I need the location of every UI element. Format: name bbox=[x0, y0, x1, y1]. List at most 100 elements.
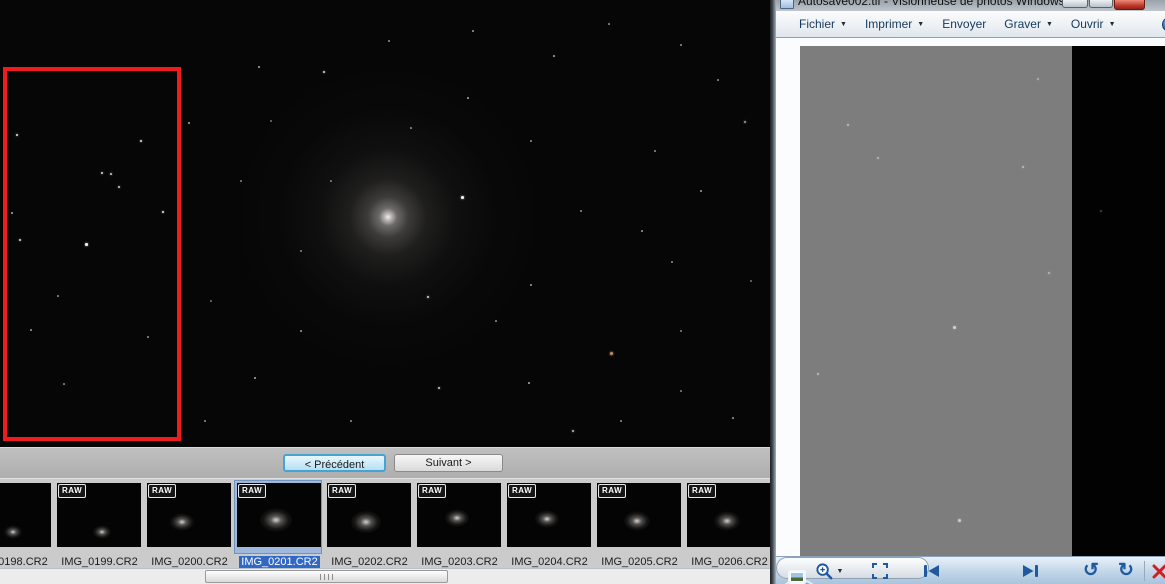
filmstrip-item[interactable]: RAW IMG_0203.CR2 bbox=[415, 479, 504, 569]
raw-badge: RAW bbox=[58, 484, 87, 498]
app-icon bbox=[780, 0, 794, 9]
star bbox=[188, 122, 190, 124]
menu-label: Imprimer bbox=[864, 17, 913, 31]
rotate-clockwise-button[interactable]: ↻ bbox=[1115, 560, 1137, 582]
fit-to-window-button[interactable] bbox=[870, 562, 890, 580]
thumbnail-galaxy bbox=[92, 525, 111, 539]
filmstrip-item[interactable]: RAW IMG_0200.CR2 bbox=[145, 479, 234, 569]
delete-x-icon bbox=[1152, 564, 1165, 578]
menu-fichier[interactable]: Fichier ▼ bbox=[790, 14, 856, 34]
previous-button[interactable]: < Précédent bbox=[283, 454, 386, 472]
thumbnail-galaxy bbox=[170, 513, 195, 531]
viewer-image-gray-region bbox=[800, 46, 1072, 556]
star bbox=[580, 210, 582, 212]
maximize-button[interactable] bbox=[1089, 0, 1113, 8]
thumbnail-image: RAW bbox=[0, 483, 51, 547]
chevron-down-icon: ▼ bbox=[1108, 20, 1116, 28]
filmstrip-filename: IMG_0206.CR2 bbox=[691, 556, 768, 568]
filmstrip-filename: IMG_0205.CR2 bbox=[601, 556, 678, 568]
thumbnail-galaxy bbox=[445, 509, 470, 527]
star bbox=[680, 390, 682, 392]
star bbox=[572, 430, 574, 432]
next-icon bbox=[1023, 565, 1038, 577]
star bbox=[140, 140, 142, 142]
filmstrip-item[interactable]: RAW IMG_0199.CR2 bbox=[55, 479, 144, 569]
star bbox=[410, 127, 412, 129]
menu-envoyer[interactable]: Envoyer bbox=[933, 14, 995, 34]
filmstrip-item[interactable]: RAW IMG_0201.CR2 bbox=[234, 479, 324, 569]
menu-label: Ouvrir bbox=[1070, 17, 1104, 31]
photo-viewer-window: Autosave002.tif - Visionneuse de photos … bbox=[770, 0, 1165, 584]
star bbox=[118, 186, 120, 188]
star bbox=[388, 40, 390, 42]
viewer-content bbox=[776, 38, 1165, 556]
menu-bar: Fichier ▼ Imprimer ▼ Envoyer Graver ▼ Ou… bbox=[776, 11, 1165, 38]
filmstrip-filename: IMG_0203.CR2 bbox=[421, 556, 498, 568]
star bbox=[467, 97, 469, 99]
filmstrip-item[interactable]: RAW IMG_0206.CR2 bbox=[685, 479, 774, 569]
scrollbar-grip-icon bbox=[319, 574, 334, 580]
thumbnail-image: RAW bbox=[237, 483, 321, 547]
thumbnail-galaxy bbox=[535, 510, 560, 528]
chevron-down-icon: ▼ bbox=[917, 20, 925, 28]
menu-label: Graver bbox=[1004, 17, 1041, 31]
chevron-down-icon: ▼ bbox=[1045, 20, 1053, 28]
selection-rectangle[interactable] bbox=[3, 67, 181, 441]
star bbox=[847, 124, 849, 126]
raw-badge: RAW bbox=[688, 484, 717, 498]
rotate-cw-icon: ↻ bbox=[1118, 560, 1134, 581]
star bbox=[330, 180, 332, 182]
filmstrip-item[interactable]: RAW IMG_0202.CR2 bbox=[325, 479, 414, 569]
star bbox=[270, 120, 272, 122]
star bbox=[680, 44, 682, 46]
delete-button[interactable] bbox=[1150, 562, 1165, 580]
filmstrip-item[interactable]: RAW IMG_0205.CR2 bbox=[595, 479, 684, 569]
next-button[interactable]: Suivant > bbox=[394, 454, 503, 472]
star bbox=[553, 55, 555, 57]
thumbnail-image: RAW bbox=[417, 483, 501, 547]
scrollbar-thumb[interactable] bbox=[205, 570, 448, 583]
previous-image-button[interactable] bbox=[918, 563, 944, 579]
raw-browser-window: < Précédent Suivant > RAW IMG_0198.CR2 R… bbox=[0, 0, 775, 584]
star bbox=[110, 173, 112, 175]
star bbox=[461, 196, 464, 199]
star bbox=[323, 71, 325, 73]
star bbox=[258, 66, 260, 68]
filmstrip-filename: IMG_0198.CR2 bbox=[0, 556, 48, 568]
minimize-button[interactable] bbox=[1062, 0, 1088, 8]
magnifier-icon bbox=[815, 562, 832, 579]
star bbox=[620, 420, 622, 422]
star bbox=[162, 211, 164, 213]
filmstrip-filename: IMG_0200.CR2 bbox=[151, 556, 228, 568]
window-title: Autosave002.tif - Visionneuse de photos … bbox=[798, 0, 1065, 8]
close-button[interactable] bbox=[1114, 0, 1145, 10]
slideshow-picture-icon bbox=[788, 570, 806, 584]
thumbnail-galaxy bbox=[351, 511, 382, 534]
previous-icon bbox=[924, 565, 939, 577]
star bbox=[254, 377, 256, 379]
thumbnail-galaxy bbox=[714, 511, 741, 531]
menu-ouvrir[interactable]: Ouvrir ▼ bbox=[1062, 14, 1125, 34]
star bbox=[641, 230, 643, 232]
star bbox=[19, 239, 21, 241]
thumbnail-image: RAW bbox=[597, 483, 681, 547]
raw-badge: RAW bbox=[238, 484, 267, 498]
star bbox=[608, 23, 610, 25]
star bbox=[300, 330, 302, 332]
viewer-image bbox=[800, 46, 1165, 556]
zoom-button[interactable]: ▼ bbox=[812, 561, 846, 581]
star bbox=[63, 383, 65, 385]
next-image-button[interactable] bbox=[1018, 563, 1044, 579]
filmstrip-filename: IMG_0201.CR2 bbox=[239, 556, 320, 568]
filmstrip-item[interactable]: RAW IMG_0204.CR2 bbox=[505, 479, 594, 569]
star bbox=[744, 121, 746, 123]
rotate-counterclockwise-button[interactable]: ↺ bbox=[1080, 560, 1102, 582]
star bbox=[147, 336, 149, 338]
star bbox=[732, 417, 734, 419]
horizontal-scrollbar[interactable] bbox=[0, 568, 775, 584]
filmstrip-filename: IMG_0202.CR2 bbox=[331, 556, 408, 568]
menu-imprimer[interactable]: Imprimer ▼ bbox=[856, 14, 933, 34]
star bbox=[654, 150, 656, 152]
star bbox=[350, 420, 352, 422]
menu-graver[interactable]: Graver ▼ bbox=[995, 14, 1062, 34]
